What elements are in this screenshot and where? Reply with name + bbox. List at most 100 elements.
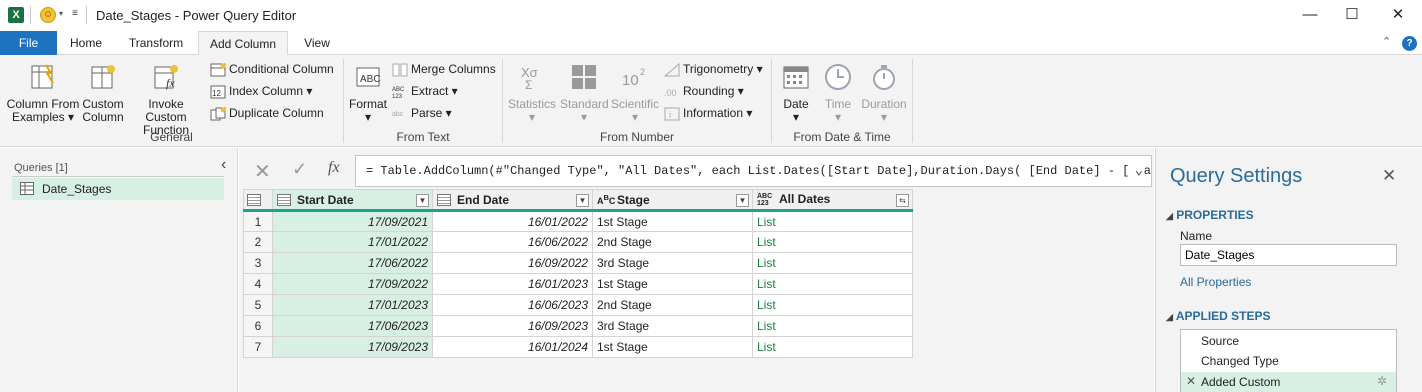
all-properties-link[interactable]: All Properties xyxy=(1180,275,1251,289)
cell-stage[interactable]: 3rd Stage xyxy=(592,252,753,274)
cell-all-dates[interactable]: List xyxy=(752,252,913,274)
cell-stage[interactable]: 2nd Stage xyxy=(592,231,753,253)
smiley-feedback-icon[interactable]: ☺ xyxy=(40,7,56,23)
extract-button[interactable]: ABC 123 Extract ▾ xyxy=(392,81,458,101)
help-icon[interactable]: ? xyxy=(1402,36,1417,51)
date-button[interactable]: Date ▾ xyxy=(776,63,816,124)
query-name-input[interactable] xyxy=(1180,244,1397,266)
row-number[interactable]: 5 xyxy=(243,294,273,316)
cell-end-date[interactable]: 16/09/2023 xyxy=(432,315,593,337)
close-settings-icon[interactable]: ✕ xyxy=(1382,166,1396,186)
close-window-button[interactable]: ✕ xyxy=(1386,4,1410,26)
filter-dropdown-icon[interactable]: ▼ xyxy=(736,194,749,207)
filter-dropdown-icon[interactable]: ▼ xyxy=(576,194,589,207)
statistics-button[interactable]: Xσ Σ Statistics ▾ xyxy=(508,63,556,124)
applied-steps-section[interactable]: ◢ APPLIED STEPS xyxy=(1166,309,1271,323)
step-source[interactable]: Source xyxy=(1201,334,1239,348)
row-number[interactable]: 7 xyxy=(243,336,273,358)
maximize-button[interactable]: ☐ xyxy=(1340,4,1364,26)
cell-start-date[interactable]: 17/09/2021 xyxy=(272,210,433,232)
query-item-date-stages[interactable]: Date_Stages xyxy=(12,178,224,200)
cell-stage[interactable]: 1st Stage xyxy=(592,273,753,295)
cell-start-date[interactable]: 17/09/2022 xyxy=(272,273,433,295)
quick-access-customize-icon[interactable]: ≡ xyxy=(72,8,78,19)
step-changed-type[interactable]: Changed Type xyxy=(1201,354,1279,368)
rounding-button[interactable]: .00 Rounding ▾ xyxy=(664,81,744,101)
cell-all-dates[interactable]: List xyxy=(752,294,913,316)
cell-all-dates[interactable]: List xyxy=(752,336,913,358)
merge-columns-button[interactable]: Merge Columns xyxy=(392,59,496,79)
collapse-pane-icon[interactable]: ‹ xyxy=(221,156,226,174)
scientific-button[interactable]: 10 2 Scientific ▾ xyxy=(610,63,660,124)
expand-column-icon[interactable]: ⇆ xyxy=(896,194,909,207)
expand-formula-icon[interactable]: ⌄ xyxy=(1128,156,1143,186)
cell-start-date[interactable]: 17/06/2023 xyxy=(272,315,433,337)
delete-step-icon[interactable]: ✕ xyxy=(1186,374,1196,388)
tab-add-column[interactable]: Add Column xyxy=(198,31,288,56)
table-row[interactable]: 3 17/06/2022 16/09/2022 3rd Stage List xyxy=(243,252,913,274)
gear-icon[interactable]: ✲ xyxy=(1377,374,1387,388)
row-number[interactable]: 6 xyxy=(243,315,273,337)
invoke-custom-function-button[interactable]: fx Invoke Custom Function xyxy=(126,63,206,137)
table-row[interactable]: 1 17/09/2021 16/01/2022 1st Stage List xyxy=(243,210,913,232)
column-header-end-date[interactable]: End Date ▼ xyxy=(432,189,593,212)
cell-end-date[interactable]: 16/09/2022 xyxy=(432,252,593,274)
formula-input[interactable]: = Table.AddColumn(#"Changed Type", "All … xyxy=(355,155,1152,187)
row-number[interactable]: 4 xyxy=(243,273,273,295)
duration-button[interactable]: Duration ▾ xyxy=(858,63,910,124)
filter-dropdown-icon[interactable]: ▼ xyxy=(416,194,429,207)
column-header-all-dates[interactable]: ABC 123 All Dates ⇆ xyxy=(752,189,913,212)
cancel-formula-icon[interactable]: ✕ xyxy=(254,159,271,184)
cell-end-date[interactable]: 16/06/2022 xyxy=(432,231,593,253)
cell-stage[interactable]: 2nd Stage xyxy=(592,294,753,316)
cell-all-dates[interactable]: List xyxy=(752,231,913,253)
cell-end-date[interactable]: 16/06/2023 xyxy=(432,294,593,316)
cell-end-date[interactable]: 16/01/2022 xyxy=(432,210,593,232)
cell-stage[interactable]: 1st Stage xyxy=(592,336,753,358)
row-number[interactable]: 3 xyxy=(243,252,273,274)
collapse-ribbon-icon[interactable]: ⌃ xyxy=(1382,35,1391,48)
table-row[interactable]: 5 17/01/2023 16/06/2023 2nd Stage List xyxy=(243,294,913,316)
tab-transform[interactable]: Transform xyxy=(120,31,192,55)
fx-icon[interactable]: fx xyxy=(328,159,340,177)
index-column-button[interactable]: 12 Index Column ▾ xyxy=(210,81,312,101)
cell-start-date[interactable]: 17/01/2022 xyxy=(272,231,433,253)
cell-end-date[interactable]: 16/01/2023 xyxy=(432,273,593,295)
cell-start-date[interactable]: 17/09/2023 xyxy=(272,336,433,358)
table-row[interactable]: 4 17/09/2022 16/01/2023 1st Stage List xyxy=(243,273,913,295)
table-row[interactable]: 6 17/06/2023 16/09/2023 3rd Stage List xyxy=(243,315,913,337)
chevron-down-icon[interactable]: ▾ xyxy=(59,9,63,18)
cell-end-date[interactable]: 16/01/2024 xyxy=(432,336,593,358)
step-added-custom[interactable]: ✕ Added Custom ✲ xyxy=(1181,372,1396,392)
tab-file[interactable]: File xyxy=(0,31,57,55)
row-number[interactable]: 1 xyxy=(243,210,273,232)
cell-start-date[interactable]: 17/06/2022 xyxy=(272,252,433,274)
information-button[interactable]: i Information ▾ xyxy=(664,103,752,123)
conditional-column-button[interactable]: Conditional Column xyxy=(210,59,334,79)
cell-stage[interactable]: 1st Stage xyxy=(592,210,753,232)
parse-button[interactable]: abc Parse ▾ xyxy=(392,103,452,123)
cell-start-date[interactable]: 17/01/2023 xyxy=(272,294,433,316)
format-button[interactable]: ABC Format ▾ xyxy=(348,63,388,124)
cell-stage[interactable]: 3rd Stage xyxy=(592,315,753,337)
minimize-button[interactable]: — xyxy=(1298,4,1322,26)
cell-all-dates[interactable]: List xyxy=(752,315,913,337)
column-from-examples-button[interactable]: Column From Examples ▾ xyxy=(6,63,80,124)
tab-view[interactable]: View xyxy=(294,31,340,55)
table-row[interactable]: 2 17/01/2022 16/06/2022 2nd Stage List xyxy=(243,231,913,253)
table-row[interactable]: 7 17/09/2023 16/01/2024 1st Stage List xyxy=(243,336,913,358)
row-number[interactable]: 2 xyxy=(243,231,273,253)
tab-home[interactable]: Home xyxy=(60,31,112,55)
table-menu-icon[interactable] xyxy=(243,189,273,212)
standard-button[interactable]: Standard ▾ xyxy=(560,63,609,124)
column-header-start-date[interactable]: Start Date ▼ xyxy=(272,189,433,212)
duplicate-column-button[interactable]: Duplicate Column xyxy=(210,103,324,123)
column-header-stage[interactable]: ABC Stage ▼ xyxy=(592,189,753,212)
custom-column-button[interactable]: Custom Column xyxy=(80,63,126,124)
properties-section[interactable]: ◢ PROPERTIES xyxy=(1166,208,1254,222)
cell-all-dates[interactable]: List xyxy=(752,273,913,295)
trigonometry-button[interactable]: Trigonometry ▾ xyxy=(664,59,763,79)
commit-formula-icon[interactable]: ✓ xyxy=(292,159,307,180)
time-button[interactable]: Time ▾ xyxy=(818,63,858,124)
cell-all-dates[interactable]: List xyxy=(752,210,913,232)
